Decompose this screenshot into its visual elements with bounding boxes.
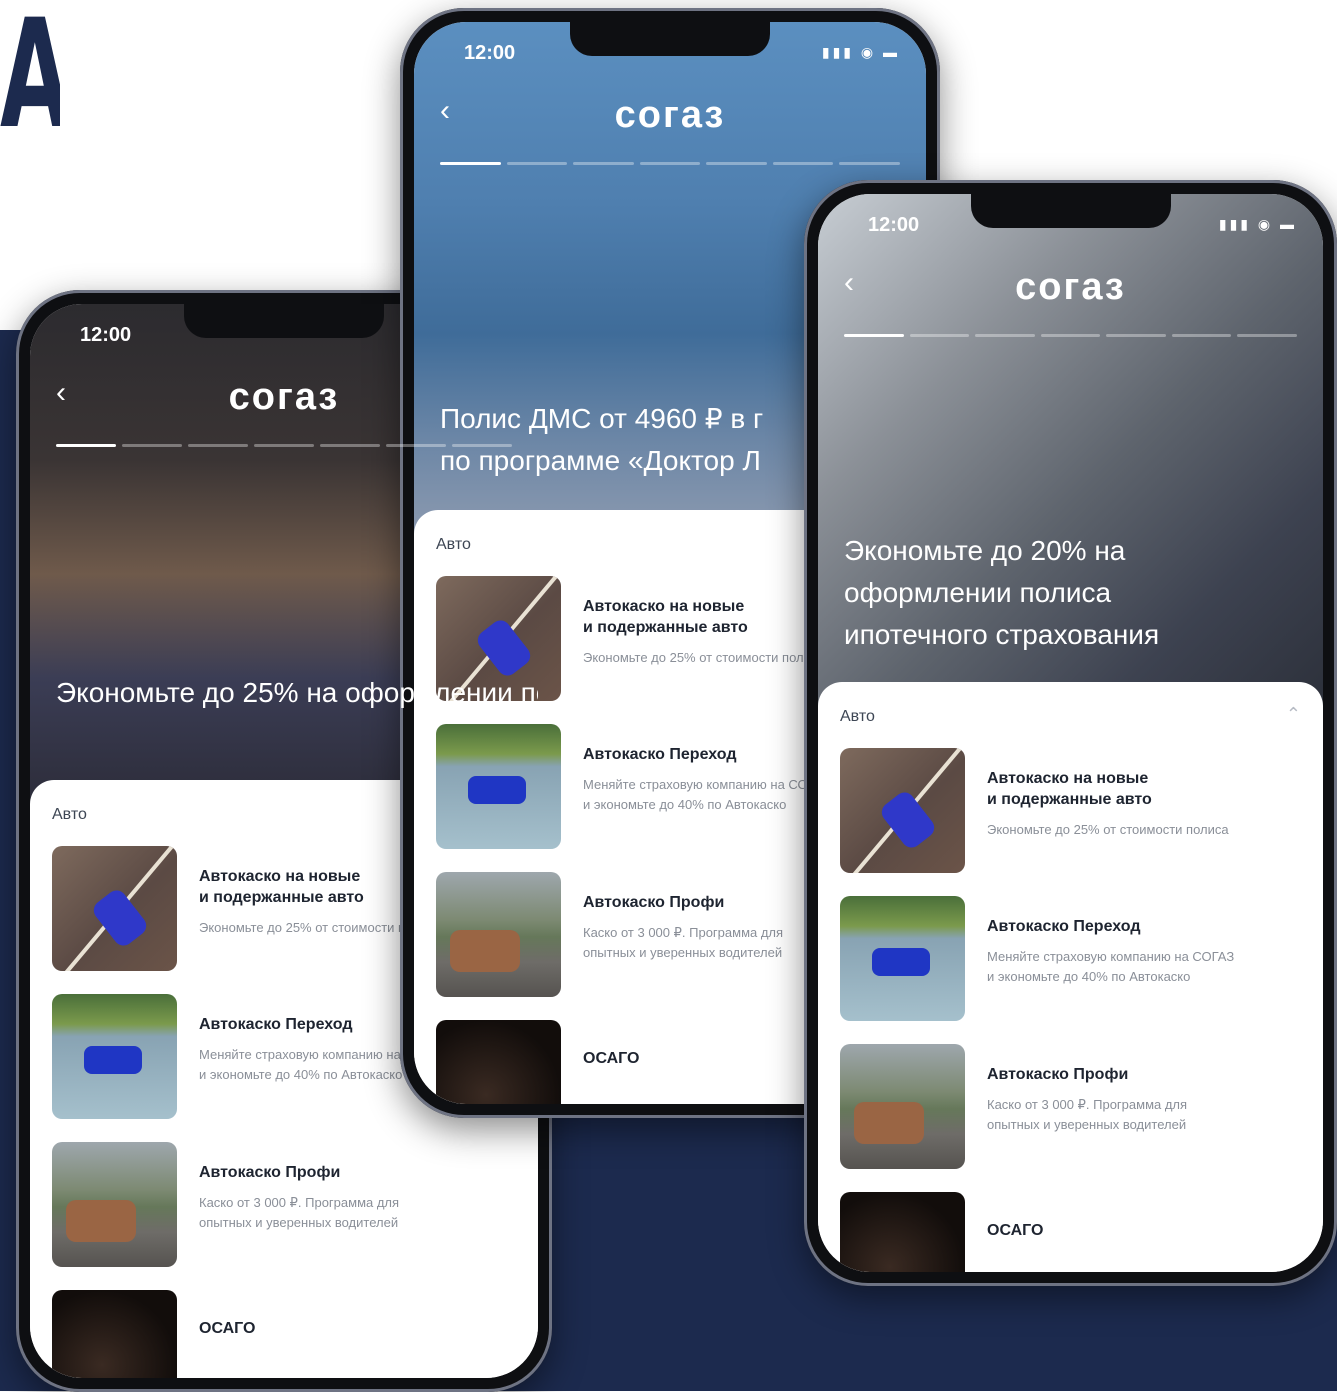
story-progress-segment [1171, 334, 1232, 337]
product-item[interactable]: Автокаско на новые и подержанные авто Эко… [840, 748, 1301, 874]
phone-right: 12:00 ▮▮▮ ◉ ▬ ‹ согаз Экономьте до 20% н… [804, 180, 1337, 1286]
product-description: Каско от 3 000 ₽. Программа для опытных … [583, 925, 784, 960]
product-item[interactable]: Автокаско Профи Каско от 3 000 ₽. Програм… [840, 1044, 1301, 1170]
story-progress-segment [1040, 334, 1101, 337]
story-progress-segment [254, 444, 314, 447]
story-progress-segment [386, 444, 446, 447]
story-progress-segment [506, 162, 568, 165]
product-description: Меняйте страховую компанию на СОГАЗ и эк… [583, 777, 830, 812]
status-time: 12:00 [80, 324, 132, 346]
story-progress [440, 162, 901, 165]
product-description: Каско от 3 000 ₽. Программа для опытных … [987, 1097, 1188, 1132]
status-time: 12:00 [868, 214, 920, 236]
story-progress-segment [975, 334, 1035, 337]
product-title: Автокаско Переход [987, 918, 1141, 935]
product-title: Автокаско Профи [583, 894, 725, 911]
partial-brand-logo: АЗ [0, 0, 61, 150]
product-description: Каско от 3 000 ₽. Программа для опытных … [199, 1195, 400, 1230]
product-title: Автокаско на новые и подержанные авто [987, 770, 1152, 808]
product-thumbnail [436, 872, 561, 997]
product-title: Автокаско Профи [987, 1066, 1129, 1083]
product-thumbnail [52, 1290, 177, 1378]
product-description: Экономьте до 25% от стоимости полиса [583, 650, 825, 665]
product-thumbnail [840, 1192, 965, 1272]
product-item[interactable]: Автокаско Профи Каско от 3 000 ₽. Програм… [52, 1142, 516, 1268]
story-progress-segment [320, 444, 380, 447]
story-progress-segment [1106, 334, 1166, 337]
phone-screen: 12:00 ▮▮▮ ◉ ▬ ‹ согаз Экономьте до 20% н… [818, 194, 1323, 1272]
story-progress-segment [844, 334, 904, 337]
story-progress-segment [909, 334, 970, 337]
story-progress [844, 334, 1298, 337]
section-label: Авто [840, 708, 875, 725]
story-progress-segment [122, 444, 182, 447]
notch [184, 304, 384, 338]
product-thumbnail [52, 1142, 177, 1267]
hero-title: Экономьте до 25% на оформлении полиса ОС [56, 677, 538, 708]
product-title: Автокаско на новые и подержанные авто [583, 598, 748, 636]
story-progress-segment [573, 162, 634, 165]
story-progress-segment [188, 444, 248, 447]
product-item[interactable]: ОСАГО [840, 1192, 1301, 1272]
product-thumbnail [436, 724, 561, 849]
product-description: Меняйте страховую компанию на СОГАЗ и эк… [987, 949, 1235, 984]
notch [970, 194, 1171, 228]
product-item[interactable]: Автокаско Переход Меняйте страховую компа… [840, 896, 1301, 1022]
story-progress-segment [772, 162, 834, 165]
product-title: Автокаско Переход [583, 746, 737, 763]
product-item[interactable]: ОСАГО [52, 1290, 516, 1378]
product-title: ОСАГО [987, 1222, 1044, 1239]
product-thumbnail [52, 846, 177, 971]
product-title: ОСАГО [583, 1050, 640, 1067]
story-progress-segment [440, 162, 501, 165]
story-progress-segment [56, 444, 116, 447]
products-panel: Авто ⌃ Автокаско на новые и подержанные … [818, 682, 1323, 1272]
product-thumbnail [840, 748, 965, 873]
chevron-up-icon[interactable]: ⌃ [1286, 704, 1301, 725]
product-title: ОСАГО [199, 1320, 256, 1337]
product-title: Автокаско Профи [199, 1164, 341, 1181]
product-thumbnail [840, 896, 965, 1021]
story-progress-segment [706, 162, 767, 165]
status-time: 12:00 [464, 42, 516, 64]
story-progress-segment [839, 162, 901, 165]
brand-logo: согаз [614, 94, 726, 136]
story-progress-segment [639, 162, 701, 165]
hero-title: Полис ДМС от 4960 ₽ в г по программе «До… [440, 403, 764, 476]
product-thumbnail [436, 1020, 561, 1104]
product-thumbnail [52, 994, 177, 1119]
product-description: Экономьте до 25% от стоимости полиса [987, 822, 1229, 837]
story-progress-segment [1237, 334, 1298, 337]
brand-logo: согаз [1015, 266, 1126, 308]
signal-wifi-battery-icon: ▮▮▮ ◉ ▬ [1218, 216, 1297, 232]
notch [570, 22, 770, 56]
product-thumbnail [840, 1044, 965, 1169]
signal-wifi-battery-icon: ▮▮▮ ◉ ▬ [821, 44, 900, 60]
hero-title: Экономьте до 20% на оформлении полиса ип… [844, 535, 1160, 650]
